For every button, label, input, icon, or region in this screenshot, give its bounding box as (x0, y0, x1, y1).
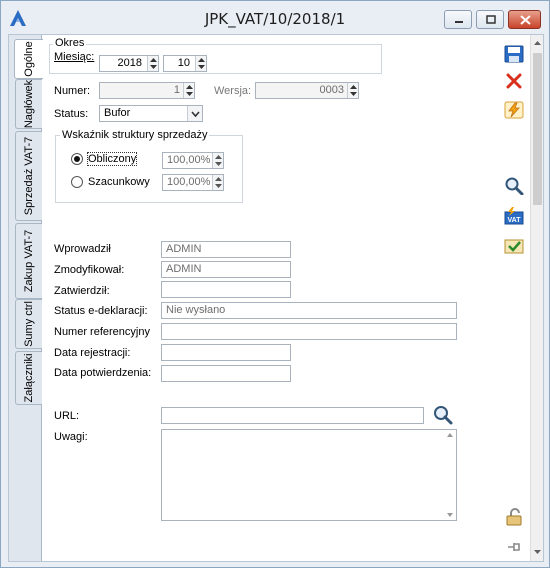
szacunkowy-spin-icon[interactable] (212, 175, 223, 190)
numer-value: 1 (173, 84, 180, 96)
tab-zakup-vat7[interactable]: Zakup VAT-7 (15, 223, 42, 299)
tab-label: Zakup VAT-7 (23, 229, 35, 293)
obliczony-value-field[interactable]: 100,00% (162, 152, 224, 169)
vertical-scrollbar[interactable] (530, 35, 543, 561)
general-tab-panel: Okres Miesiąc: 2018 10 Numer: 1 Wersja: … (43, 35, 490, 561)
wersja-value: 0003 (319, 84, 344, 96)
obliczony-radio[interactable] (71, 153, 83, 165)
tab-label: Sumy ctrl (23, 301, 35, 347)
szacunkowy-label[interactable]: Szacunkowy (88, 176, 150, 188)
tab-label: Nagłówek (23, 79, 35, 129)
approve-icon (504, 239, 524, 254)
month-value: 10 (177, 57, 190, 69)
lock-button[interactable] (501, 505, 525, 527)
status-select[interactable]: Bufor (99, 105, 203, 122)
okres-legend: Okres (53, 37, 87, 49)
numer-referencyjny-label: Numer referencyjny (54, 326, 150, 338)
lightning-icon (504, 101, 524, 119)
wprowadzil-field[interactable]: ADMIN (161, 241, 291, 258)
tab-label: Ogólne (23, 41, 35, 77)
obliczony-spin-icon[interactable] (212, 153, 223, 168)
preview-button[interactable] (501, 174, 525, 196)
maximize-button[interactable] (476, 10, 504, 29)
process-button[interactable] (501, 98, 525, 120)
data-rejestracji-label: Data rejestracji: (54, 347, 131, 359)
window: JPK_VAT/10/2018/1 Ogólne Nagłówek Sprzed… (0, 0, 550, 568)
action-toolbar: VAT (490, 35, 530, 561)
minimize-icon (455, 21, 463, 23)
zmodyfikowal-label: Zmodyfikował: (54, 264, 125, 276)
chevron-down-icon[interactable] (187, 106, 202, 121)
delete-button[interactable] (501, 69, 525, 91)
wersja-label: Wersja: (214, 85, 252, 97)
zmodyfikowal-field[interactable]: ADMIN (161, 261, 291, 278)
scroll-down-icon[interactable] (531, 545, 544, 558)
tab-sprzedaz-vat7[interactable]: Sprzedaż VAT-7 (15, 131, 42, 221)
uwagi-textarea[interactable] (161, 429, 457, 521)
minimize-button[interactable] (444, 10, 472, 29)
zatwierdzil-label: Zatwierdził: (54, 285, 110, 297)
vat-lightning-icon: VAT (504, 207, 524, 225)
year-value: 2018 (117, 57, 142, 69)
obliczony-value: 100,00% (167, 154, 211, 166)
status-edeklaracji-field[interactable]: Nie wysłano (161, 302, 457, 319)
delete-icon (506, 73, 522, 89)
data-potwierdzenia-label: Data potwierdzenia: (54, 367, 152, 379)
tab-sumy-ctrl[interactable]: Sumy ctrl (15, 299, 42, 349)
miesiac-label: Miesiąc: (54, 51, 95, 63)
search-icon (505, 177, 524, 195)
search-icon (434, 406, 453, 425)
pin-icon (508, 543, 520, 551)
pin-button[interactable] (501, 535, 525, 557)
tab-ogolne[interactable]: Ogólne (14, 39, 43, 79)
scroll-up-icon[interactable] (531, 37, 544, 50)
scroll-arrows-icon (447, 433, 453, 517)
close-button[interactable] (508, 10, 541, 29)
save-icon (504, 45, 524, 63)
vat-process-button[interactable]: VAT (501, 204, 525, 226)
month-stepper[interactable]: 10 (163, 55, 207, 72)
wprowadzil-label: Wprowadził (54, 243, 111, 255)
year-spin-icon[interactable] (147, 56, 158, 71)
save-button[interactable] (501, 42, 525, 64)
lock-icon (506, 508, 522, 526)
vertical-tab-strip: Ogólne Nagłówek Sprzedaż VAT-7 Zakup VAT… (9, 35, 43, 561)
close-icon (520, 15, 531, 25)
data-rejestracji-field[interactable] (161, 344, 291, 361)
svg-text:VAT: VAT (508, 217, 522, 224)
maximize-icon (486, 15, 496, 24)
form-client-area: Ogólne Nagłówek Sprzedaż VAT-7 Zakup VAT… (8, 34, 544, 562)
numer-field[interactable]: 1 (99, 82, 195, 99)
data-potwierdzenia-field[interactable] (161, 365, 291, 382)
szacunkowy-value-field[interactable]: 100,00% (162, 174, 224, 191)
wskaznik-group (55, 135, 243, 203)
tab-zalaczniki[interactable]: Załączniki (15, 351, 42, 405)
scrollbar-thumb[interactable] (533, 53, 542, 205)
url-field[interactable] (161, 407, 424, 424)
tab-label: Załączniki (23, 353, 35, 403)
zatwierdzil-field[interactable] (161, 281, 291, 298)
status-edeklaracji-label: Status e-deklaracji: (54, 305, 148, 317)
obliczony-label[interactable]: Obliczony (86, 152, 138, 166)
szacunkowy-value: 100,00% (167, 176, 211, 188)
uwagi-scrollbar[interactable] (444, 430, 456, 520)
numer-referencyjny-field[interactable] (161, 323, 457, 340)
wersja-spin-icon[interactable] (347, 83, 358, 98)
uwagi-label: Uwagi: (54, 431, 88, 443)
szacunkowy-radio[interactable] (71, 176, 83, 188)
numer-spin-icon[interactable] (183, 83, 194, 98)
url-label: URL: (54, 410, 80, 422)
tab-label: Sprzedaż VAT-7 (23, 136, 35, 216)
url-search-button[interactable] (432, 405, 454, 426)
title-bar: JPK_VAT/10/2018/1 (1, 1, 549, 35)
month-spin-icon[interactable] (195, 56, 206, 71)
year-stepper[interactable]: 2018 (99, 55, 159, 72)
tab-naglowek[interactable]: Nagłówek (15, 79, 42, 129)
wskaznik-legend: Wskaźnik struktury sprzedaży (60, 129, 210, 141)
approve-button[interactable] (501, 234, 525, 256)
status-value: Bufor (104, 107, 131, 119)
status-label: Status: (54, 108, 89, 120)
numer-label: Numer: (54, 85, 91, 97)
wersja-field[interactable]: 0003 (255, 82, 359, 99)
